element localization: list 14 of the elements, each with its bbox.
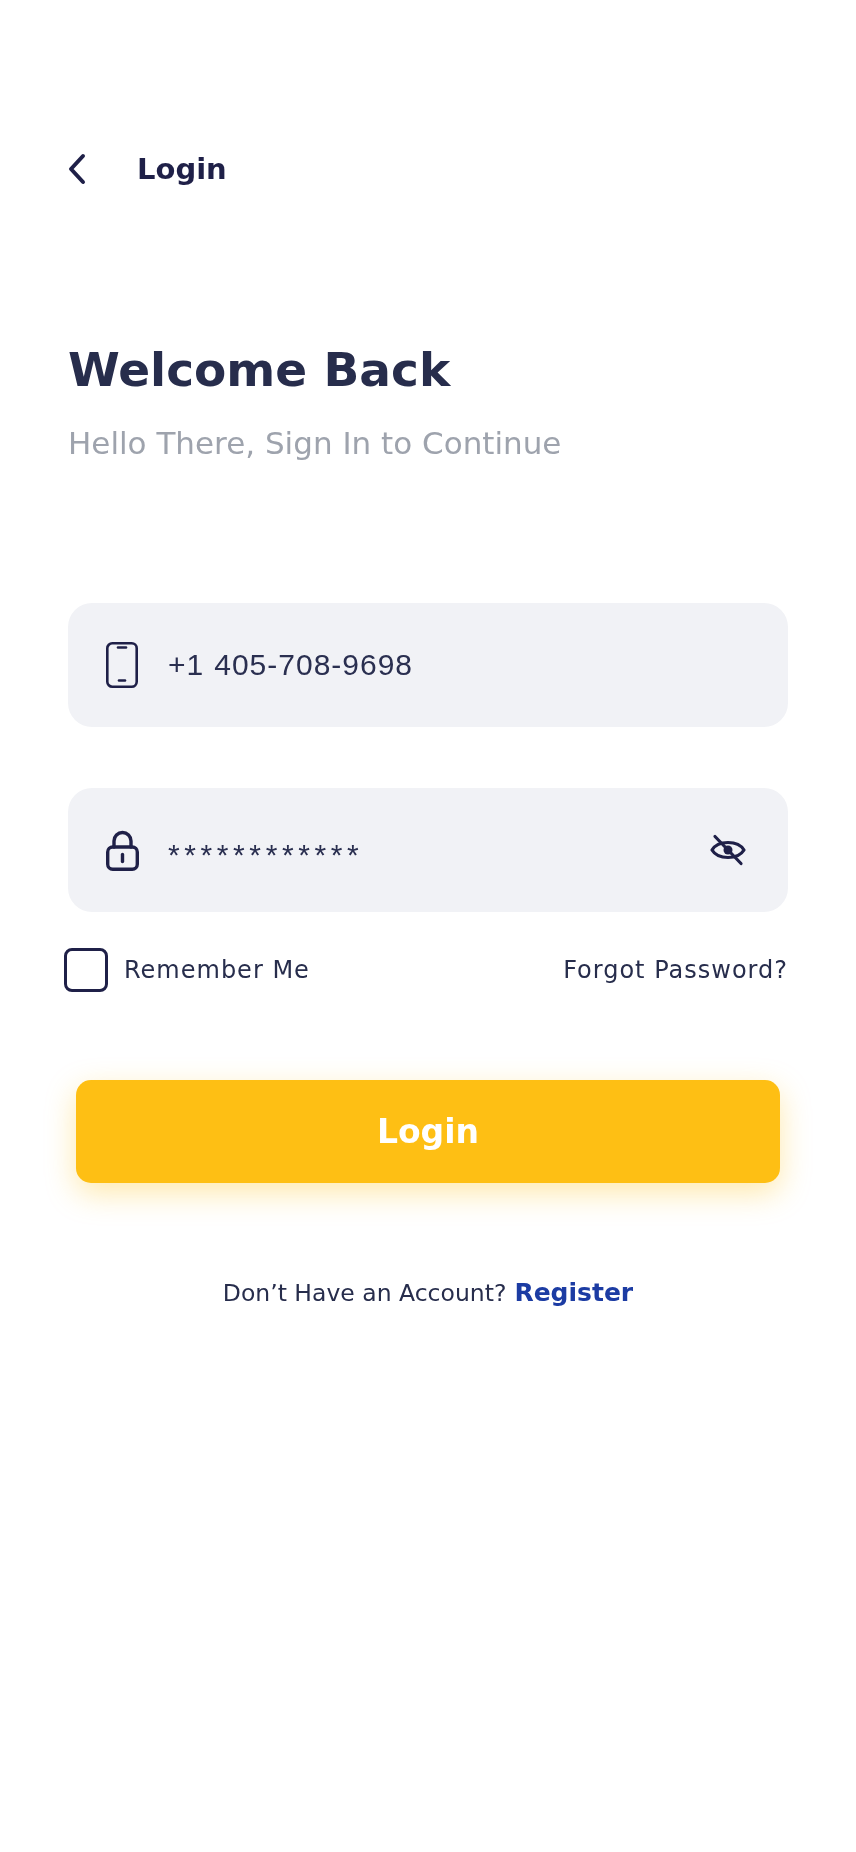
register-prompt: Don’t Have an Account? [222,1279,507,1307]
remember-me-checkbox[interactable] [64,948,108,992]
eye-slash-icon[interactable] [710,834,746,866]
page-title: Login [137,152,227,186]
welcome-subtitle: Hello There, Sign In to Continue [68,424,563,463]
phone-icon [106,642,138,688]
register-link[interactable]: Register [514,1278,634,1307]
remember-me-label: Remember Me [124,956,310,984]
back-icon[interactable] [68,153,86,185]
forgot-password-link[interactable]: Forgot Password? [563,956,788,984]
phone-field[interactable]: +1 405-708-9698 [68,603,788,727]
lock-icon [106,829,139,871]
password-field[interactable]: ************ [68,788,788,912]
welcome-title: Welcome Back [68,342,452,398]
